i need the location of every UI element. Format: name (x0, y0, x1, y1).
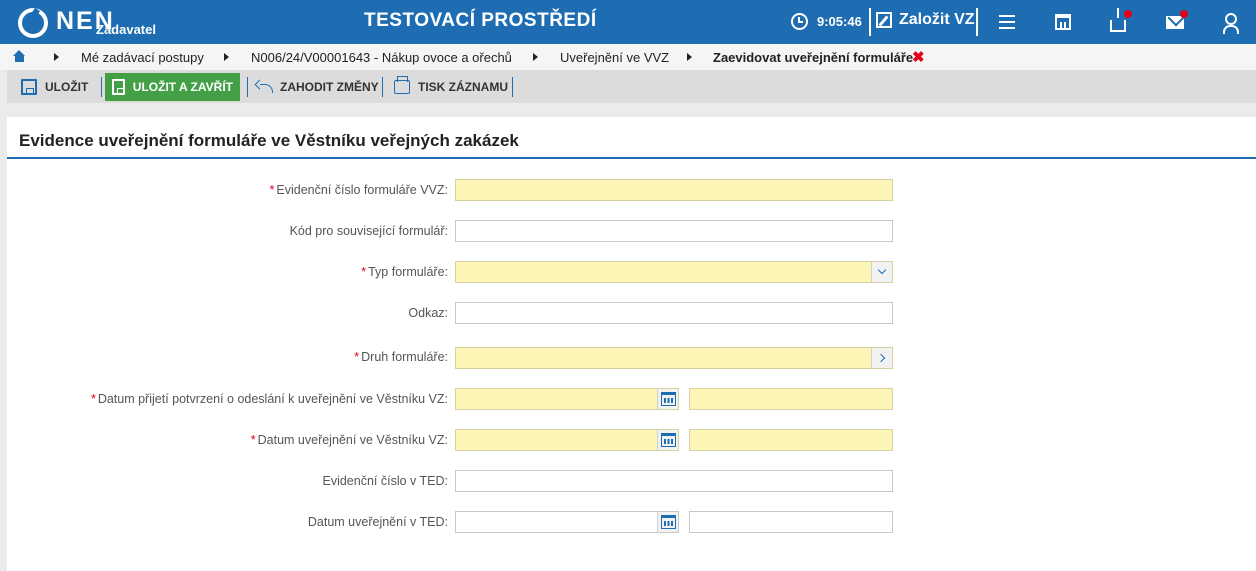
form-kind-picker[interactable] (455, 347, 893, 369)
mail-icon[interactable] (1166, 16, 1184, 29)
session-clock: 9:05:46 (791, 13, 862, 30)
discard-changes-label: ZAHODIT ZMĚNY (280, 80, 379, 94)
field-label-form-type: * Typ formuláře: (361, 265, 448, 279)
field-label-publication-date: * Datum uveřejnění ve Věstníku VZ: (250, 433, 448, 447)
ted-number-input[interactable] (455, 470, 893, 492)
close-icon[interactable]: ✖ (912, 48, 925, 66)
ted-date-input[interactable] (455, 511, 679, 533)
print-record-label: TISK ZÁZNAMU (418, 80, 508, 94)
top-bar: NEN Zadavatel TESTOVACÍ PROSTŘEDÍ 9:05:4… (0, 0, 1256, 44)
discard-changes-button[interactable]: ZAHODIT ZMĚNY (256, 73, 379, 101)
calendar-icon[interactable] (1055, 14, 1071, 30)
related-form-code-input[interactable] (455, 220, 893, 242)
field-label-ted-date: Datum uveřejnění v TED: (307, 515, 448, 529)
breadcrumb-current: Zaevidovat uveřejnění formuláře (713, 50, 914, 65)
field-label-form-kind: * Druh formuláře: (354, 350, 448, 364)
confirmation-date-input[interactable] (455, 388, 679, 410)
save-button[interactable]: ULOŽIT (13, 73, 96, 101)
vvz-number-input[interactable] (455, 179, 893, 201)
toolbar-divider (512, 77, 513, 97)
environment-title: TESTOVACÍ PROSTŘEDÍ (364, 10, 597, 31)
inbox-notification-badge (1124, 10, 1132, 18)
clock-icon (791, 13, 808, 30)
link-input[interactable] (455, 302, 893, 324)
menu-icon[interactable] (998, 12, 1018, 32)
header-divider (869, 8, 871, 36)
create-vz-button[interactable]: Založit VZ (876, 11, 975, 29)
calendar-icon[interactable] (657, 512, 678, 532)
field-label-related-code: Kód pro související formulář: (289, 224, 448, 238)
field-label-vvz-number: * Evidenční číslo formuláře VVZ: (269, 183, 448, 197)
form-panel: Evidence uveřejnění formuláře ve Věstník… (7, 117, 1256, 571)
logo-subtitle: Zadavatel (96, 22, 156, 37)
breadcrumb-item[interactable]: Mé zadávací postupy (81, 50, 204, 65)
undo-icon (256, 81, 273, 93)
inbox-icon[interactable] (1110, 8, 1126, 32)
confirmation-time-input[interactable] (689, 388, 893, 410)
home-icon[interactable] (13, 50, 26, 63)
chevron-down-icon[interactable] (871, 262, 892, 282)
publication-date-input[interactable] (455, 429, 679, 451)
ted-time-input[interactable] (689, 511, 893, 533)
create-vz-label: Založit VZ (899, 11, 975, 28)
breadcrumb-arrow-icon (533, 53, 538, 61)
print-record-button[interactable]: TISK ZÁZNAMU (394, 73, 508, 101)
save-icon (21, 79, 37, 95)
calendar-icon[interactable] (657, 389, 678, 409)
header-divider (976, 8, 978, 36)
toolbar-divider (101, 77, 102, 97)
mail-notification-badge (1180, 10, 1188, 18)
field-label-confirmation-date: * Datum přijetí potvrzení o odeslání k uv… (90, 392, 448, 406)
title-underline (7, 157, 1256, 159)
field-label-link: Odkaz: (408, 306, 448, 320)
field-label-ted-number: Evidenční číslo v TED: (322, 474, 448, 488)
save-and-close-label: ULOŽIT A ZAVŘÍT (132, 80, 233, 94)
clock-time: 9:05:46 (817, 14, 862, 29)
save-and-close-button[interactable]: ULOŽIT A ZAVŘÍT (105, 73, 240, 101)
breadcrumb-arrow-icon (224, 53, 229, 61)
calendar-icon[interactable] (657, 430, 678, 450)
edit-icon (876, 12, 892, 28)
save-button-label: ULOŽIT (45, 80, 89, 94)
chevron-right-icon[interactable] (871, 348, 892, 368)
breadcrumb: Mé zadávací postupy N006/24/V00001643 - … (0, 44, 1256, 70)
breadcrumb-item[interactable]: Uveřejnění ve VVZ (560, 50, 669, 65)
logo-ring-icon (18, 8, 48, 38)
publication-time-input[interactable] (689, 429, 893, 451)
toolbar: ULOŽIT ULOŽIT A ZAVŘÍT ZAHODIT ZMĚNY TIS… (7, 70, 1256, 103)
user-icon[interactable] (1223, 13, 1239, 34)
print-icon (394, 76, 410, 94)
breadcrumb-item[interactable]: N006/24/V00001643 - Nákup ovoce a ořechů (251, 50, 512, 65)
toolbar-divider (247, 77, 248, 97)
save-icon (112, 79, 125, 95)
toolbar-divider (382, 77, 383, 97)
breadcrumb-arrow-icon (54, 53, 59, 61)
form-title: Evidence uveřejnění formuláře ve Věstník… (19, 131, 519, 150)
form-type-select[interactable] (455, 261, 893, 283)
breadcrumb-arrow-icon (687, 53, 692, 61)
